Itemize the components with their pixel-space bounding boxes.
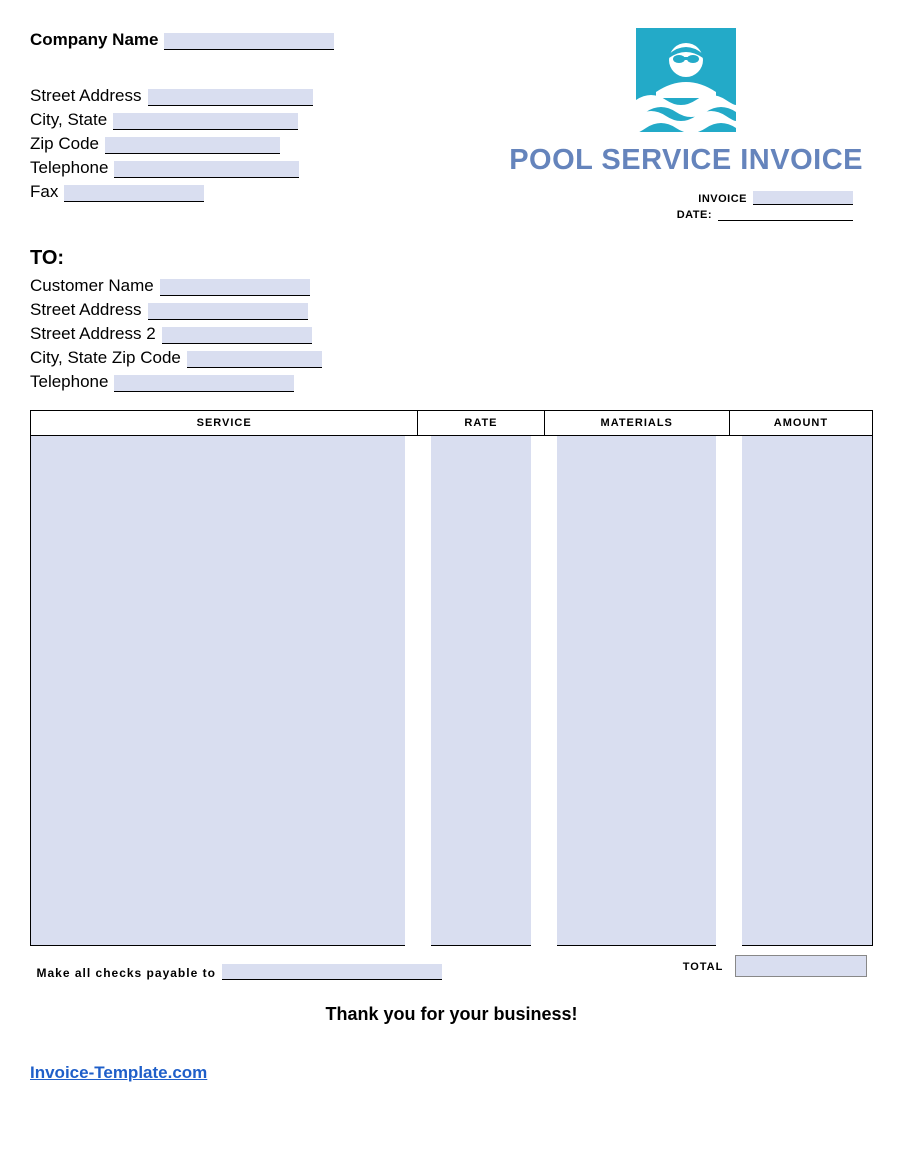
payable-input[interactable] xyxy=(222,964,442,980)
company-info: Company Name Street Address City, State … xyxy=(30,20,509,206)
customer-street1-label: Street Address xyxy=(30,300,142,320)
header-row: Company Name Street Address City, State … xyxy=(30,20,873,223)
customer-street2-input[interactable] xyxy=(162,327,312,344)
customer-street1-input[interactable] xyxy=(148,303,308,320)
total-label: TOTAL xyxy=(683,961,724,973)
line-items-table: SERVICE RATE MATERIALS AMOUNT xyxy=(30,410,873,984)
fax-label: Fax xyxy=(30,182,58,202)
zip-label: Zip Code xyxy=(30,134,99,154)
brand-block: POOL SERVICE INVOICE INVOICE DATE: xyxy=(509,20,863,223)
brand-title: POOL SERVICE INVOICE xyxy=(509,144,863,177)
zip-input[interactable] xyxy=(105,137,280,154)
customer-telephone-input[interactable] xyxy=(114,375,294,392)
invoice-date-input[interactable] xyxy=(718,207,853,221)
col-service: SERVICE xyxy=(31,411,418,436)
invoice-meta: INVOICE DATE: xyxy=(509,191,853,221)
rate-cell[interactable] xyxy=(418,436,544,946)
street-label: Street Address xyxy=(30,86,142,106)
telephone-input[interactable] xyxy=(114,161,299,178)
customer-citystatezip-input[interactable] xyxy=(187,351,322,368)
company-name-label: Company Name xyxy=(30,30,158,50)
customer-street2-label: Street Address 2 xyxy=(30,324,156,344)
service-cell[interactable] xyxy=(31,436,418,946)
customer-name-input[interactable] xyxy=(160,279,310,296)
materials-cell[interactable] xyxy=(544,436,729,946)
street-input[interactable] xyxy=(148,89,313,106)
city-state-label: City, State xyxy=(30,110,107,130)
total-amount-input[interactable] xyxy=(735,955,866,977)
customer-name-label: Customer Name xyxy=(30,276,154,296)
col-amount: AMOUNT xyxy=(729,411,872,436)
template-source-link[interactable]: Invoice-Template.com xyxy=(30,1063,207,1082)
invoice-number-label: INVOICE xyxy=(698,193,747,205)
telephone-label: Telephone xyxy=(30,158,108,178)
logo-wrap xyxy=(509,20,863,140)
invoice-number-input[interactable] xyxy=(753,191,853,205)
col-rate: RATE xyxy=(418,411,544,436)
to-heading: TO: xyxy=(30,247,873,270)
fax-input[interactable] xyxy=(64,185,204,202)
payable-label: Make all checks payable to xyxy=(37,966,216,980)
thank-you-message: Thank you for your business! xyxy=(30,1004,873,1025)
customer-info: Customer Name Street Address Street Addr… xyxy=(30,276,873,392)
amount-cell[interactable] xyxy=(729,436,872,946)
city-state-input[interactable] xyxy=(113,113,298,130)
col-materials: MATERIALS xyxy=(544,411,729,436)
invoice-date-label: DATE: xyxy=(677,209,712,221)
footer-link-wrap: Invoice-Template.com xyxy=(30,1063,873,1083)
customer-telephone-label: Telephone xyxy=(30,372,108,392)
company-name-input[interactable] xyxy=(164,33,334,50)
customer-citystatezip-label: City, State Zip Code xyxy=(30,348,181,368)
pool-logo-icon xyxy=(626,20,746,140)
